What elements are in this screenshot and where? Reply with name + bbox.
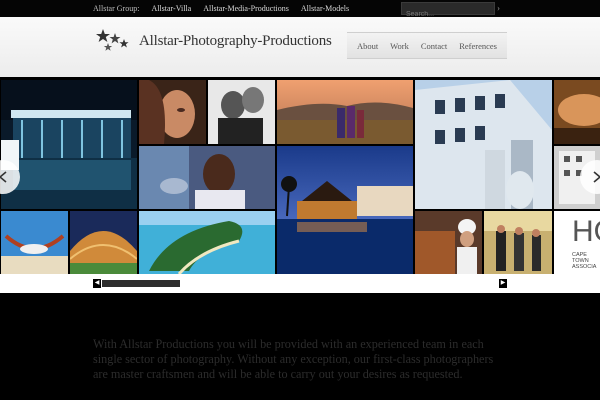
nav-references[interactable]: References: [459, 41, 497, 51]
scroll-right-icon[interactable]: ▶: [499, 279, 507, 288]
group-link-models[interactable]: Allstar-Models: [301, 4, 349, 13]
resort-night-tile[interactable]: [277, 146, 413, 274]
savanna-maasai-tile[interactable]: [277, 80, 413, 144]
group-label: Allstar Group:: [93, 4, 140, 13]
bw-couple-tile[interactable]: [208, 80, 275, 144]
spa-tile[interactable]: [554, 80, 600, 144]
chevron-right-icon: [593, 171, 600, 183]
brand-name[interactable]: Allstar-Photography-Productions: [139, 33, 332, 50]
chef-tile[interactable]: [415, 211, 482, 274]
hotel-sign-caption: CAPE TOWN ASSOCIA: [572, 252, 597, 270]
business-people-tile[interactable]: [484, 211, 552, 274]
scroll-left-icon[interactable]: ◀: [93, 279, 101, 288]
hotel-sign-logo: HO: [572, 215, 600, 248]
portrait-woman-tile[interactable]: [139, 80, 206, 144]
search-box: [401, 2, 495, 20]
scroll-thumb[interactable]: [102, 280, 180, 287]
modern-building-tile[interactable]: [415, 80, 552, 209]
photo-gallery: HO CAPE TOWN ASSOCIA: [0, 80, 600, 274]
stars-logo-icon[interactable]: [95, 27, 131, 55]
group-nav: Allstar Group: Allstar-Villa Allstar-Med…: [93, 0, 349, 17]
chevron-left-icon: [0, 171, 7, 183]
site-header: Allstar-Photography-Productions About Wo…: [0, 17, 600, 77]
architecture-night-tile[interactable]: [1, 80, 137, 209]
woman-smiling-tile[interactable]: [139, 146, 275, 209]
gallery-scrollbar[interactable]: ◀ ▶: [93, 279, 507, 288]
island-aerial-tile[interactable]: [139, 211, 275, 274]
group-link-villa[interactable]: Allstar-Villa: [151, 4, 191, 13]
group-link-media[interactable]: Allstar-Media-Productions: [203, 4, 289, 13]
nav-about[interactable]: About: [357, 41, 378, 51]
main-nav: About Work Contact References: [347, 32, 507, 59]
nav-contact[interactable]: Contact: [421, 41, 447, 51]
search-submit-icon[interactable]: ›: [497, 3, 500, 13]
hotel-sign-tile[interactable]: HO CAPE TOWN ASSOCIA: [554, 211, 600, 274]
hammock-tile[interactable]: [1, 211, 68, 274]
top-bar: Allstar Group: Allstar-Villa Allstar-Med…: [0, 0, 600, 20]
intro-text: With Allstar Productions you will be pro…: [93, 337, 494, 381]
stadium-tile[interactable]: [70, 211, 137, 274]
nav-work[interactable]: Work: [390, 41, 409, 51]
